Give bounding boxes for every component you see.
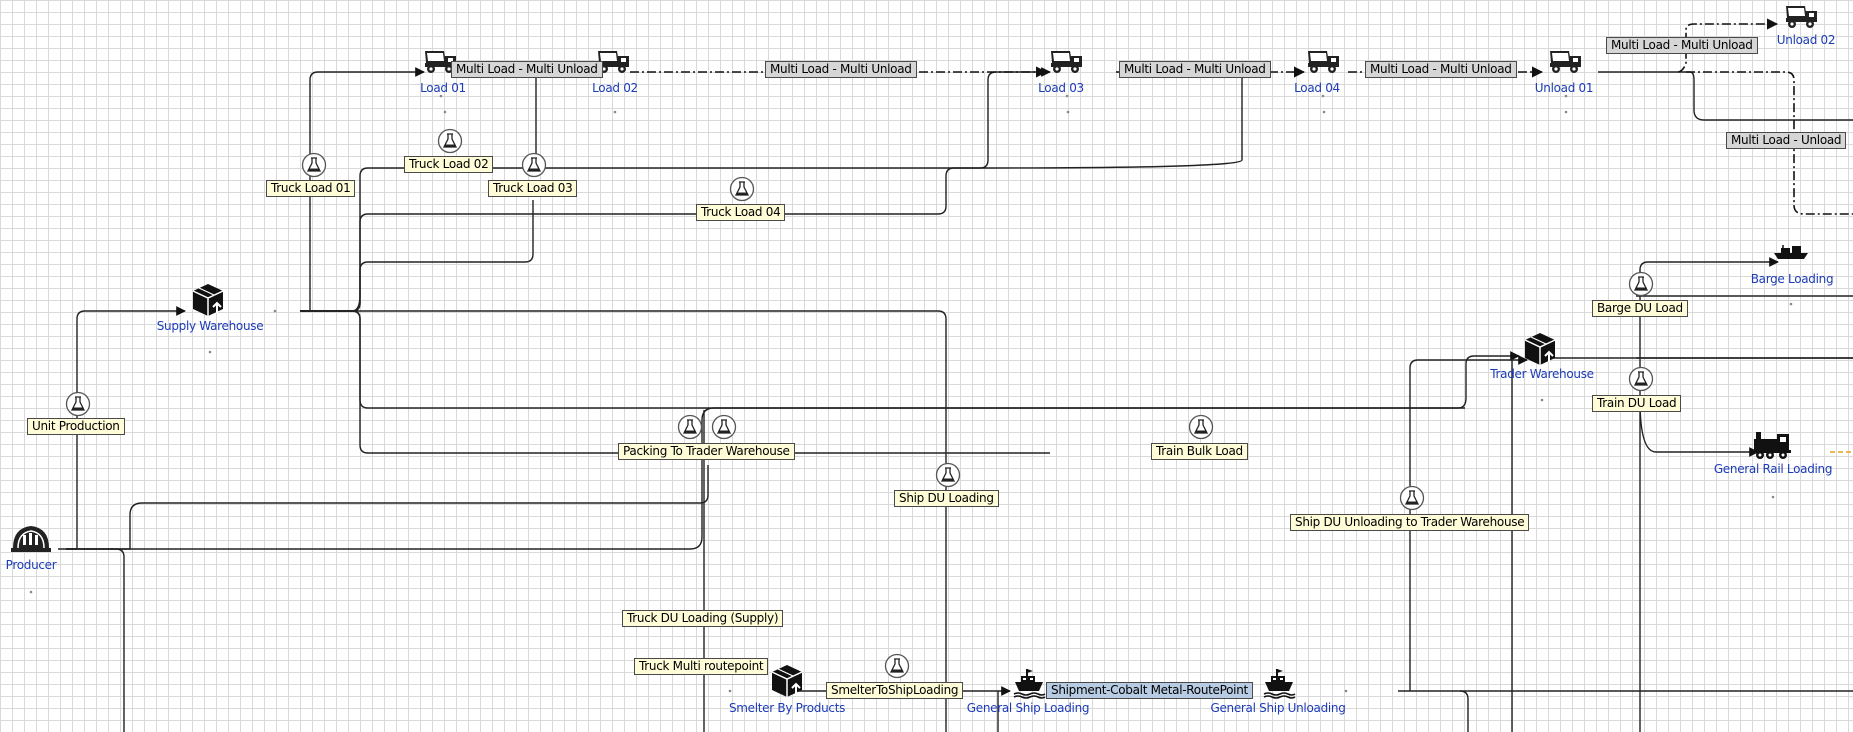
flask-icon[interactable] <box>301 152 327 178</box>
route-label-truck-load-02[interactable]: Truck Load 02 <box>404 156 494 173</box>
barge-icon[interactable] <box>1773 244 1809 260</box>
flask-icon[interactable] <box>729 176 755 202</box>
route-label-ship-du-loading[interactable]: Ship DU Loading <box>894 490 999 507</box>
route-label-multi-load-1[interactable]: Multi Load - Multi Unload <box>451 61 603 78</box>
route-label-barge-du-load[interactable]: Barge DU Load <box>1592 300 1688 317</box>
flow-diagram-canvas[interactable] <box>0 0 1853 732</box>
dump-truck-icon[interactable] <box>1550 51 1581 73</box>
route-label-truck-multi-routepoint[interactable]: Truck Multi routepoint <box>634 658 769 675</box>
dump-truck-icon[interactable] <box>1308 51 1339 73</box>
node-name-load-03: Load 03 <box>1038 81 1084 95</box>
route-markers <box>65 128 1654 679</box>
node-name-producer: Producer <box>5 558 57 572</box>
node-name-unload-01: Unload 01 <box>1534 81 1594 95</box>
train-icon[interactable] <box>1753 432 1791 459</box>
dump-truck-icon[interactable] <box>1051 51 1082 73</box>
node-name-smelter-by-products: Smelter By Products <box>728 701 846 715</box>
node-name-barge-loading: Barge Loading <box>1750 272 1834 286</box>
node-name-load-04: Load 04 <box>1294 81 1340 95</box>
flask-icon[interactable] <box>711 414 737 440</box>
flask-icon[interactable] <box>1628 366 1654 392</box>
flask-icon[interactable] <box>65 391 91 417</box>
flask-icon[interactable] <box>1188 414 1214 440</box>
flask-icon[interactable] <box>437 128 463 154</box>
route-label-unit-production[interactable]: Unit Production <box>27 418 125 435</box>
ship-icon[interactable] <box>1013 668 1046 699</box>
flask-icon[interactable] <box>1628 271 1654 297</box>
route-label-multi-load-unload[interactable]: Multi Load - Unload <box>1726 132 1847 149</box>
dump-truck-icon[interactable] <box>598 51 629 73</box>
flask-icon[interactable] <box>884 653 910 679</box>
factory-icon[interactable] <box>10 525 52 553</box>
route-label-truck-load-03[interactable]: Truck Load 03 <box>488 180 578 197</box>
connector-lines <box>58 67 1853 732</box>
route-label-truck-load-01[interactable]: Truck Load 01 <box>266 180 356 197</box>
node-name-trader-warehouse: Trader Warehouse <box>1490 367 1594 381</box>
node-name-load-01: Load 01 <box>420 81 466 95</box>
flask-icon[interactable] <box>521 152 547 178</box>
node-name-unload-02: Unload 02 <box>1776 33 1836 47</box>
node-name-general-ship-unloading: General Ship Unloading <box>1210 701 1346 715</box>
warehouse-icon[interactable] <box>771 664 803 698</box>
warehouse-icon[interactable] <box>192 283 224 317</box>
route-label-truck-du-loading-supply[interactable]: Truck DU Loading (Supply) <box>622 610 784 627</box>
flask-icon[interactable] <box>677 414 703 440</box>
route-label-smelter-to-ship-loading[interactable]: SmelterToShipLoading <box>826 682 964 699</box>
flask-icon[interactable] <box>935 462 961 488</box>
route-label-multi-load-4[interactable]: Multi Load - Multi Unload <box>1365 61 1517 78</box>
route-label-train-du-load[interactable]: Train DU Load <box>1592 395 1682 412</box>
route-label-multi-load-2[interactable]: Multi Load - Multi Unload <box>765 61 917 78</box>
dump-truck-icon[interactable] <box>1786 6 1817 28</box>
warehouse-icon[interactable] <box>1524 332 1556 366</box>
route-label-multi-load-5[interactable]: Multi Load - Multi Unload <box>1606 37 1758 54</box>
route-label-multi-load-3[interactable]: Multi Load - Multi Unload <box>1119 61 1271 78</box>
route-label-train-bulk-load[interactable]: Train Bulk Load <box>1151 443 1248 460</box>
route-label-shipment[interactable]: Shipment-Cobalt Metal-RoutePoint <box>1046 682 1253 699</box>
node-name-general-rail-loading: General Rail Loading <box>1713 462 1833 476</box>
node-name-load-02: Load 02 <box>592 81 638 95</box>
ship-icon[interactable] <box>1263 668 1296 699</box>
route-label-truck-load-04[interactable]: Truck Load 04 <box>696 204 786 221</box>
node-name-general-ship-loading: General Ship Loading <box>966 701 1090 715</box>
route-label-packing-to-trader-warehouse[interactable]: Packing To Trader Warehouse <box>618 443 795 460</box>
route-label-ship-du-unloading-to-trader-warehouse[interactable]: Ship DU Unloading to Trader Warehouse <box>1290 514 1530 531</box>
node-name-supply-warehouse: Supply Warehouse <box>156 319 264 333</box>
flask-icon[interactable] <box>1399 485 1425 511</box>
